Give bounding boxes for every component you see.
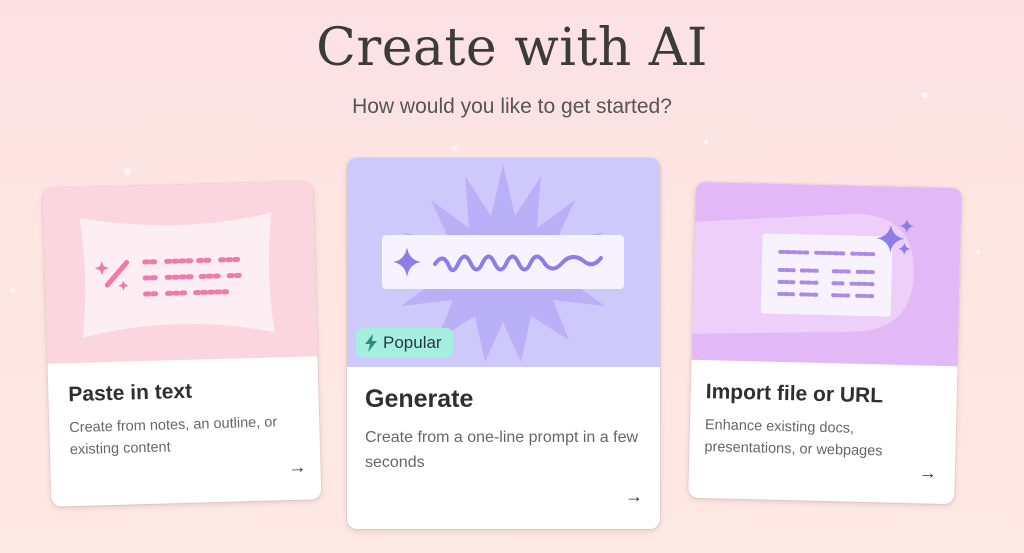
- generate-card-title: Generate: [365, 385, 474, 413]
- import-card-description: Enhance existing docs, presentations, or…: [704, 417, 883, 460]
- popular-badge-label: Popular: [383, 333, 442, 352]
- lightning-icon: [365, 334, 377, 352]
- background-sparkle: [976, 250, 980, 254]
- paste-in-text-card[interactable]: Paste in text Create from notes, an outl…: [42, 181, 322, 507]
- paste-card-title: Paste in text: [68, 379, 193, 407]
- paste-card-description: Create from notes, an outline, or existi…: [69, 414, 278, 459]
- generate-card-illustration: Popular: [347, 158, 660, 367]
- generate-card-description: Create from a one-line prompt in a few s…: [365, 429, 639, 471]
- popular-badge: Popular: [356, 328, 453, 358]
- arrow-right-icon[interactable]: →: [625, 486, 643, 507]
- page-title: Create with AI: [316, 18, 708, 78]
- import-file-or-url-card[interactable]: Import file or URL Enhance existing docs…: [688, 181, 962, 505]
- background-sparkle: [10, 288, 15, 293]
- paste-card-illustration: [42, 181, 318, 364]
- background-sparkle: [124, 168, 131, 175]
- import-card-body: Import file or URL Enhance existing docs…: [688, 360, 957, 504]
- page-subtitle: How would you like to get started?: [352, 95, 672, 118]
- arrow-right-icon[interactable]: →: [919, 462, 937, 483]
- import-card-illustration: [691, 181, 962, 367]
- background-sparkle: [704, 140, 708, 144]
- import-card-title: Import file or URL: [705, 380, 884, 408]
- background-sparkle: [452, 146, 457, 151]
- generate-card[interactable]: Popular Generate Create from a one-line …: [347, 158, 660, 529]
- arrow-right-icon[interactable]: →: [288, 457, 307, 478]
- paste-card-body: Paste in text Create from notes, an outl…: [47, 356, 321, 506]
- generate-card-body: Generate Create from a one-line prompt i…: [347, 367, 660, 529]
